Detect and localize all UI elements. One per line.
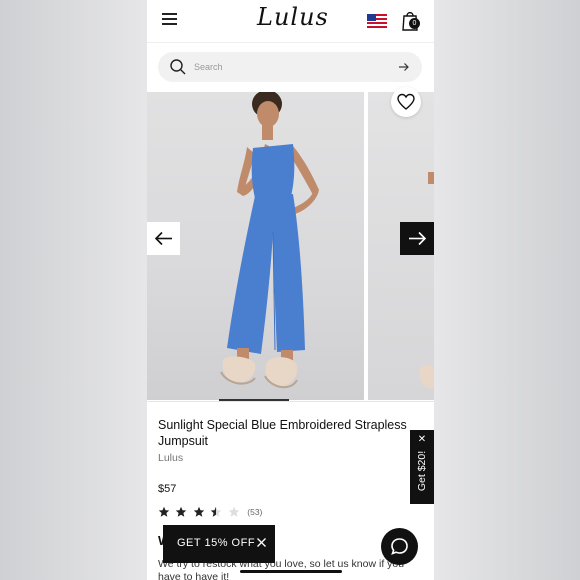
search-input[interactable] (194, 58, 384, 76)
search-icon (170, 59, 186, 75)
chat-bubble-icon (391, 538, 408, 555)
phone-screen: Lulus 0 Search Sunlight Special Blue Emb… (147, 0, 434, 580)
star-half-icon (211, 506, 222, 517)
get-20-label[interactable]: Get $20! (416, 439, 428, 503)
search-bar[interactable] (158, 52, 422, 82)
close-icon[interactable] (256, 537, 267, 548)
star-full-icon (158, 506, 170, 517)
divider (147, 401, 434, 402)
product-brand-link[interactable]: Lulus (158, 452, 183, 464)
star-full-icon (193, 506, 205, 517)
gallery-prev-button[interactable] (147, 222, 180, 255)
star-rating[interactable]: (53) (158, 503, 262, 517)
product-image-gallery[interactable] (147, 87, 434, 401)
get-20-offer-tab[interactable]: ✕ Get $20! (410, 430, 434, 504)
promo-label[interactable]: GET 15% OFF (177, 537, 255, 549)
star-empty-icon (228, 506, 240, 517)
review-count[interactable]: (53) (247, 507, 262, 517)
us-flag-icon[interactable] (367, 14, 387, 28)
promo-banner[interactable]: GET 15% OFF (163, 525, 275, 563)
header: Lulus 0 (147, 0, 434, 43)
heart-icon (397, 93, 415, 110)
star-full-icon (176, 506, 187, 517)
hamburger-menu-icon[interactable] (162, 13, 177, 25)
product-title: Sunlight Special Blue Embroidered Strapl… (158, 418, 407, 448)
search-submit-arrow-icon[interactable] (398, 61, 410, 73)
arrow-right-icon (409, 231, 427, 246)
chat-button[interactable] (381, 528, 418, 565)
wishlist-button[interactable] (391, 87, 421, 117)
product-price: $57 (158, 483, 177, 495)
gallery-next-button[interactable] (400, 222, 434, 255)
home-indicator (240, 570, 342, 573)
arrow-left-icon (154, 231, 172, 246)
site-logo[interactable]: Lulus (257, 3, 328, 31)
cart-count-badge: 0 (409, 18, 420, 29)
